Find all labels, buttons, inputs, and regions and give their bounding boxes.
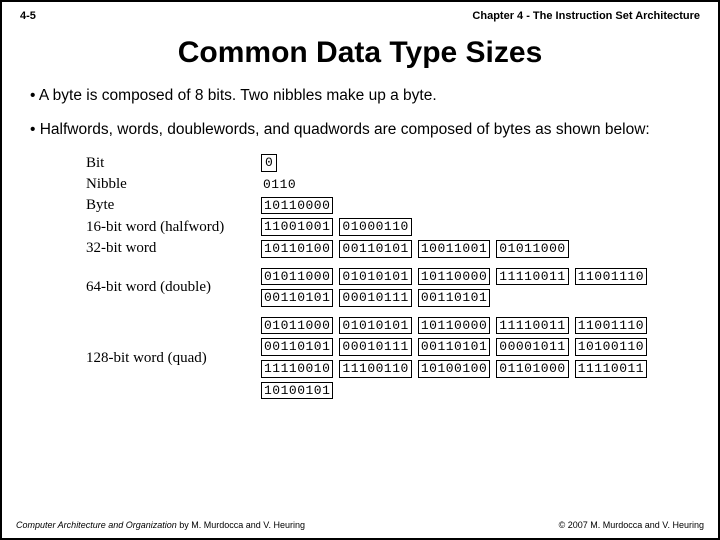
byte-cell: 01101000 [496,360,568,378]
footer-copyright: © 2007 M. Murdocca and V. Heuring [559,520,704,530]
byte-cell: 00110101 [418,289,490,307]
diagram-label: 16-bit word (halfword) [86,219,261,236]
diagram-label: Nibble [86,176,261,193]
diagram-values: 0110 [261,177,298,192]
byte-cell: 10110000 [418,268,490,286]
diagram-label: Byte [86,197,261,214]
diagram-values: 01011000 01010101 10110000 11110011 11001110… [261,317,691,399]
byte-cell: 10110000 [418,317,490,335]
byte-cell: 00110101 [261,289,333,307]
slide-footer: Computer Architecture and Organization b… [16,520,704,530]
diagram-label: 128-bit word (quad) [86,350,261,367]
byte-cell: 10100100 [418,360,490,378]
footer-left: Computer Architecture and Organization b… [16,520,305,530]
diagram-row: Nibble0110 [86,176,704,193]
footer-authors: by M. Murdocca and V. Heuring [177,520,305,530]
byte-cell: 11110011 [496,317,568,335]
bullet-list: A byte is composed of 8 bits. Two nibble… [16,86,704,140]
byte-cell: 00110101 [418,338,490,356]
byte-cell: 11110010 [261,360,333,378]
byte-cell: 00010111 [339,289,411,307]
diagram-values: 01011000 01010101 10110000 11110011 11001110… [261,268,691,307]
byte-cell: 01010101 [339,317,411,335]
diagram-values: 11001001 01000110 [261,218,412,236]
byte-cell: 0 [261,154,277,172]
diagram-row: 128-bit word (quad)01011000 01010101 10110… [86,317,704,399]
byte-cell: 11110011 [496,268,568,286]
page-number: 4-5 [20,10,36,22]
bullet-item: A byte is composed of 8 bits. Two nibble… [30,86,696,106]
byte-cell: 01011000 [261,268,333,286]
byte-cell: 00001011 [496,338,568,356]
byte-cell: 10110000 [261,197,333,215]
footer-book-title: Computer Architecture and Organization [16,520,177,530]
byte-cell: 10100110 [575,338,647,356]
slide-title: Common Data Type Sizes [16,36,704,70]
diagram-label: 64-bit word (double) [86,279,261,296]
byte-cell: 00110101 [261,338,333,356]
byte-cell: 11001110 [575,268,647,286]
bullet-item: Halfwords, words, doublewords, and quadw… [30,120,696,140]
diagram-values: 10110100 00110101 10011001 01011000 [261,240,569,258]
diagram-row: Byte10110000 [86,197,704,215]
byte-cell: 10110100 [261,240,333,258]
data-type-diagram: Bit0Nibble0110Byte1011000016-bit word (h… [86,154,704,399]
diagram-values: 0 [261,154,277,172]
byte-cell: 11001110 [575,317,647,335]
byte-cell: 00110101 [339,240,411,258]
diagram-label: 32-bit word [86,240,261,257]
chapter-label: Chapter 4 - The Instruction Set Architec… [472,10,700,22]
slide-header: 4-5 Chapter 4 - The Instruction Set Arch… [16,10,704,22]
byte-cell: 0110 [261,177,298,192]
slide-frame: 4-5 Chapter 4 - The Instruction Set Arch… [0,0,720,540]
byte-cell: 01011000 [496,240,568,258]
byte-cell: 00010111 [339,338,411,356]
diagram-row: 16-bit word (halfword)11001001 01000110 [86,218,704,236]
byte-cell: 01000110 [339,218,411,236]
byte-cell: 01011000 [261,317,333,335]
diagram-row: 64-bit word (double)01011000 01010101 1011… [86,268,704,307]
diagram-row: 32-bit word10110100 00110101 10011001 01011… [86,240,704,258]
byte-cell: 01010101 [339,268,411,286]
byte-cell: 11110011 [575,360,647,378]
diagram-values: 10110000 [261,197,333,215]
diagram-row: Bit0 [86,154,704,172]
byte-cell: 10011001 [418,240,490,258]
diagram-label: Bit [86,155,261,172]
byte-cell: 11001001 [261,218,333,236]
byte-cell: 11100110 [339,360,411,378]
byte-cell: 10100101 [261,382,333,400]
